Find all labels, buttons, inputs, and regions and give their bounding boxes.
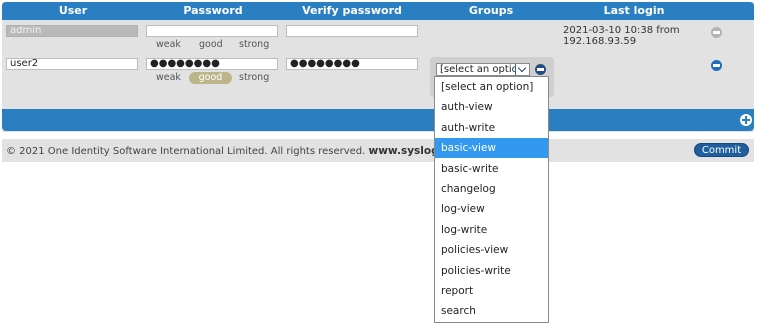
option-auth-view[interactable]: auth-view [435, 97, 548, 117]
password-field-user2[interactable]: ●●●●●●●● [146, 58, 278, 70]
group-options-list: [select an option] auth-view auth-write … [434, 76, 549, 323]
username-field-admin[interactable]: admin [6, 25, 138, 37]
option-report[interactable]: report [435, 281, 548, 301]
strength-strong: strong [239, 72, 270, 83]
column-header-verify-password: Verify password [302, 4, 402, 17]
strength-strong: strong [239, 39, 270, 50]
option-select-an-option[interactable]: [select an option] [435, 77, 548, 97]
footer-copyright: © 2021 One Identity Software Internation… [6, 146, 486, 158]
remove-group-icon[interactable] [535, 64, 546, 75]
column-header-user: User [58, 4, 88, 17]
remove-user-user2-icon[interactable] [711, 60, 722, 71]
option-search[interactable]: search [435, 301, 548, 321]
add-user-icon[interactable] [740, 114, 752, 126]
option-log-view[interactable]: log-view [435, 199, 548, 219]
strength-weak: weak [156, 39, 181, 50]
copyright-text: © 2021 One Identity Software Internation… [6, 146, 366, 157]
column-header-last-login: Last login [603, 4, 665, 17]
last-login-time: 2021-03-10 10:38 from [563, 25, 680, 36]
option-policies-view[interactable]: policies-view [435, 240, 548, 260]
commit-button[interactable]: Commit [694, 143, 749, 157]
option-basic-write[interactable]: basic-write [435, 159, 548, 179]
username-field-user2[interactable]: user2 [6, 58, 138, 70]
chevron-down-icon[interactable] [515, 64, 529, 75]
option-basic-view[interactable]: basic-view [435, 138, 548, 159]
strength-good: good [199, 39, 223, 50]
verify-password-field-user2[interactable]: ●●●●●●●● [286, 58, 418, 70]
last-login-admin: 2021-03-10 10:38 from 192.168.93.59 [563, 25, 708, 47]
strength-weak: weak [156, 72, 181, 83]
add-user-bar [2, 109, 754, 131]
option-policies-write[interactable]: policies-write [435, 261, 548, 281]
last-login-ip: 192.168.93.59 [563, 36, 637, 47]
option-changelog[interactable]: changelog [435, 179, 548, 199]
strength-good-active: good [189, 72, 232, 84]
option-auth-write[interactable]: auth-write [435, 118, 548, 138]
verify-password-field-admin[interactable] [286, 25, 418, 37]
column-header-groups: Groups [468, 4, 514, 17]
column-header-password: Password [183, 4, 243, 17]
password-field-admin[interactable] [146, 25, 278, 37]
option-log-write[interactable]: log-write [435, 220, 548, 240]
remove-user-admin-icon[interactable] [711, 27, 722, 38]
table-header: User Password Verify password Groups Las… [2, 2, 754, 20]
group-select[interactable]: [select an option] [436, 63, 530, 76]
